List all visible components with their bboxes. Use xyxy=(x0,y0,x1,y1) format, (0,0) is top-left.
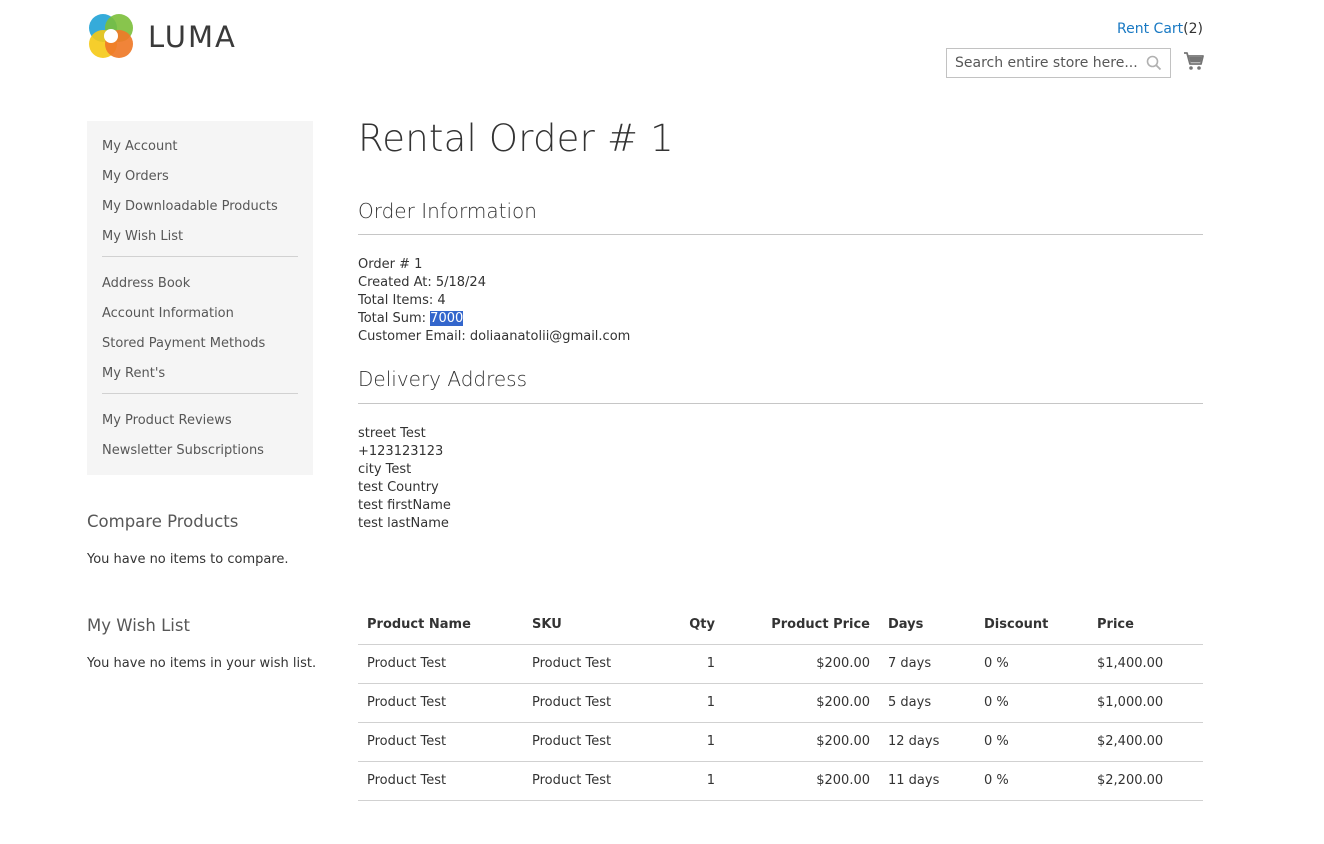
cell-discount: 0 % xyxy=(975,761,1088,801)
address-phone: +123123123 xyxy=(358,444,444,459)
column-header-product-name: Product Name xyxy=(358,606,523,645)
order-created-at: Created At: 5/18/24 xyxy=(358,275,486,290)
order-total-sum: Total Sum: 7000 xyxy=(358,310,630,328)
address-first-name: test firstName xyxy=(358,498,451,513)
table-header-row: Product Name SKU Qty Product Price Days … xyxy=(358,606,1203,645)
rental-items-table: Product Name SKU Qty Product Price Days … xyxy=(358,606,1203,801)
order-number: Order # 1 xyxy=(358,257,423,272)
cell-sku: Product Test xyxy=(523,644,643,684)
cell-qty: 1 xyxy=(643,644,724,684)
cart-icon[interactable] xyxy=(1183,50,1205,72)
search-input[interactable] xyxy=(947,49,1142,77)
table-row: Product Test Product Test 1 $200.00 11 d… xyxy=(358,761,1203,801)
column-header-product-price: Product Price xyxy=(724,606,879,645)
cell-price: $1,400.00 xyxy=(1088,644,1203,684)
column-header-discount: Discount xyxy=(975,606,1088,645)
cell-price: $1,000.00 xyxy=(1088,683,1203,723)
cell-discount: 0 % xyxy=(975,683,1088,723)
compare-empty-text: You have no items to compare. xyxy=(87,552,289,567)
total-sum-value: 7000 xyxy=(430,311,464,326)
cell-discount: 0 % xyxy=(975,644,1088,684)
delivery-address-title: Delivery Address xyxy=(358,367,528,391)
cell-days: 7 days xyxy=(879,644,975,684)
order-total-items: Total Items: 4 xyxy=(358,293,446,308)
column-header-qty: Qty xyxy=(643,606,724,645)
address-country: test Country xyxy=(358,480,439,495)
cell-days: 12 days xyxy=(879,722,975,762)
cell-discount: 0 % xyxy=(975,722,1088,762)
cell-product-price: $200.00 xyxy=(724,683,879,723)
customer-email: Customer Email: doliaanatolii@gmail.com xyxy=(358,329,631,344)
search-box xyxy=(946,48,1171,78)
cell-qty: 1 xyxy=(643,683,724,723)
search-icon[interactable] xyxy=(1146,55,1162,71)
page-title: Rental Order # 1 xyxy=(358,117,674,160)
nav-my-rents[interactable]: My Rent's xyxy=(87,363,313,393)
total-sum-label: Total Sum: xyxy=(358,311,431,326)
cell-product-name: Product Test xyxy=(358,644,523,684)
nav-divider xyxy=(102,393,298,394)
cell-product-price: $200.00 xyxy=(724,722,879,762)
table-row: Product Test Product Test 1 $200.00 7 da… xyxy=(358,644,1203,684)
table-row: Product Test Product Test 1 $200.00 12 d… xyxy=(358,722,1203,762)
column-header-days: Days xyxy=(879,606,975,645)
cell-days: 5 days xyxy=(879,683,975,723)
cell-product-name: Product Test xyxy=(358,722,523,762)
table-row: Product Test Product Test 1 $200.00 5 da… xyxy=(358,683,1203,723)
cell-product-name: Product Test xyxy=(358,761,523,801)
section-divider xyxy=(358,403,1203,404)
luma-logo[interactable]: LUMA xyxy=(87,13,239,59)
cell-product-name: Product Test xyxy=(358,683,523,723)
address-last-name: test lastName xyxy=(358,516,449,531)
rent-cart-count: (2) xyxy=(1183,21,1203,37)
section-divider xyxy=(358,234,1203,235)
cell-price: $2,400.00 xyxy=(1088,722,1203,762)
nav-stored-payment-methods[interactable]: Stored Payment Methods xyxy=(87,333,313,363)
address-city: city Test xyxy=(358,462,412,477)
cell-sku: Product Test xyxy=(523,722,643,762)
wishlist-title: My Wish List xyxy=(87,616,190,635)
rent-cart: Rent Cart(2) xyxy=(1117,21,1203,37)
cell-product-price: $200.00 xyxy=(724,644,879,684)
column-header-sku: SKU xyxy=(523,606,643,645)
nav-address-book[interactable]: Address Book xyxy=(87,273,313,303)
cell-days: 11 days xyxy=(879,761,975,801)
cell-price: $2,200.00 xyxy=(1088,761,1203,801)
cell-qty: 1 xyxy=(643,761,724,801)
luma-logo-mark xyxy=(89,14,133,58)
cell-sku: Product Test xyxy=(523,761,643,801)
logo-text: LUMA xyxy=(148,20,237,54)
nav-my-account[interactable]: My Account xyxy=(87,136,313,166)
cell-sku: Product Test xyxy=(523,683,643,723)
address-street: street Test xyxy=(358,426,426,441)
order-information-title: Order Information xyxy=(358,199,537,223)
wishlist-empty-text: You have no items in your wish list. xyxy=(87,656,317,671)
cell-product-price: $200.00 xyxy=(724,761,879,801)
compare-products-title: Compare Products xyxy=(87,512,239,531)
nav-my-product-reviews[interactable]: My Product Reviews xyxy=(87,410,313,440)
nav-newsletter-subscriptions[interactable]: Newsletter Subscriptions xyxy=(87,440,313,470)
delivery-address: street Test +123123123 city Test test Co… xyxy=(358,425,451,533)
nav-account-information[interactable]: Account Information xyxy=(87,303,313,333)
account-navigation: My Account My Orders My Downloadable Pro… xyxy=(87,121,313,475)
nav-my-wish-list[interactable]: My Wish List xyxy=(87,226,313,256)
nav-my-downloadable-products[interactable]: My Downloadable Products xyxy=(87,196,313,226)
rent-cart-link[interactable]: Rent Cart xyxy=(1117,21,1183,37)
column-header-price: Price xyxy=(1088,606,1203,645)
nav-divider xyxy=(102,256,298,257)
nav-my-orders[interactable]: My Orders xyxy=(87,166,313,196)
cell-qty: 1 xyxy=(643,722,724,762)
page: LUMA Rent Cart(2) My Account My Orders M… xyxy=(0,0,1324,844)
order-information: Order # 1 Created At: 5/18/24 Total Item… xyxy=(358,256,630,346)
